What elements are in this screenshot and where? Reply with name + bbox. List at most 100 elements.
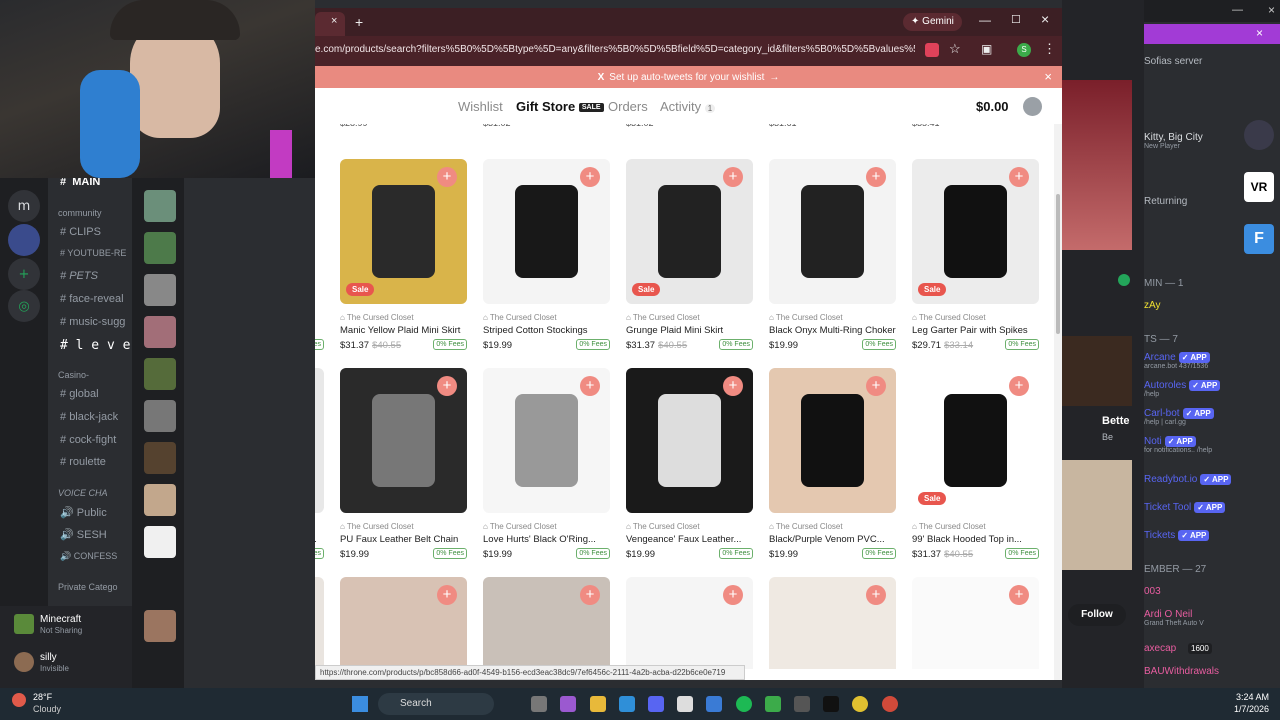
member-entry[interactable]: MIN — 1: [1144, 278, 1183, 289]
gemini-button[interactable]: ✦ Gemini: [903, 13, 962, 31]
seller-name[interactable]: ⌂ The Cursed Closet: [483, 313, 610, 322]
product-card[interactable]: + Sale ⌂ The Cursed Closet Spike Choker …: [315, 159, 324, 352]
member-entry[interactable]: Returning: [1144, 196, 1187, 207]
product-name[interactable]: Vengeance' Faux Leather...: [626, 534, 753, 545]
add-to-wishlist-button[interactable]: +: [723, 585, 743, 605]
product-name[interactable]: Spike Choker Necklace -...: [315, 325, 324, 336]
member-entry[interactable]: Tickets ✓ APP: [1144, 530, 1210, 541]
add-to-wishlist-button[interactable]: +: [723, 376, 743, 396]
product-image[interactable]: +: [769, 368, 896, 513]
balance[interactable]: $0.00: [976, 99, 1009, 114]
product-name[interactable]: PU Faux Leather Belt Chain: [340, 534, 467, 545]
steam-icon[interactable]: [794, 696, 810, 712]
seller-name[interactable]: ⌂ The Cursed Closet: [626, 522, 753, 531]
add-to-wishlist-button[interactable]: +: [437, 376, 457, 396]
product-card[interactable]: + ⌂ The Cursed Closet Love Hurts' Black …: [483, 368, 610, 561]
member-entry[interactable]: Autoroles ✓ APP/help: [1144, 380, 1221, 398]
seller-name[interactable]: ⌂ The Cursed Closet: [483, 522, 610, 531]
product-card[interactable]: + ⌂ The Cursed Closet Black Onyx Multi-R…: [769, 159, 896, 352]
discord-icon[interactable]: [648, 696, 664, 712]
add-to-wishlist-button[interactable]: +: [1009, 167, 1029, 187]
product-card[interactable]: +: [315, 577, 324, 669]
profile-avatar[interactable]: S: [1017, 43, 1031, 57]
sidepanel-icon[interactable]: ▣: [981, 42, 992, 56]
add-to-wishlist-button[interactable]: +: [580, 167, 600, 187]
windows-start-icon[interactable]: [352, 696, 368, 712]
nav-gift-store[interactable]: Gift Store SALE: [516, 99, 604, 114]
member-entry[interactable]: EMBER — 27: [1144, 564, 1206, 575]
banner-close-icon[interactable]: ×: [1044, 69, 1052, 84]
product-card[interactable]: + Sale ⌂ The Cursed Closet Leg Garter Pa…: [912, 159, 1039, 352]
account-icon[interactable]: [1023, 97, 1042, 116]
explore-icon[interactable]: ◎: [8, 290, 40, 322]
seller-name[interactable]: ⌂ The Cursed Closet: [912, 313, 1039, 322]
product-card[interactable]: + ⌂ The Cursed Closet Striped Cotton Sto…: [483, 159, 610, 352]
product-name[interactable]: Striped Cotton Stockings: [483, 325, 610, 336]
extension-icon[interactable]: [925, 43, 939, 57]
member-entry[interactable]: TS — 7: [1144, 334, 1178, 345]
product-card[interactable]: +: [483, 577, 610, 669]
product-image[interactable]: +: [626, 577, 753, 669]
close-icon[interactable]: ×: [1268, 3, 1275, 17]
member-entry[interactable]: Readybot.io ✓ APP: [1144, 474, 1232, 485]
channel-youtube[interactable]: # YOUTUBE-RE: [60, 248, 126, 258]
scroll-thumb[interactable]: [1056, 194, 1060, 334]
channel-blackjack[interactable]: # black-jack: [60, 411, 118, 423]
star-icon[interactable]: ☆: [949, 41, 961, 57]
member-entry[interactable]: Kitty, Big City New Player: [1144, 132, 1203, 150]
product-image[interactable]: +: [483, 368, 610, 513]
clock-time[interactable]: 3:24 AM: [1205, 692, 1269, 702]
category-casino[interactable]: Casino-: [58, 370, 89, 380]
close-notice-icon[interactable]: ×: [1256, 26, 1263, 40]
category-community[interactable]: community: [58, 208, 102, 218]
nav-activity[interactable]: Activity 1: [660, 99, 716, 114]
channel-music[interactable]: # music-sugg: [60, 316, 125, 328]
product-card[interactable]: + Sale ⌂ The Cursed Closet Grunge Plaid …: [315, 368, 324, 561]
new-tab-button[interactable]: +: [355, 14, 363, 30]
product-image[interactable]: +: [340, 577, 467, 669]
product-image[interactable]: + Sale: [340, 159, 467, 304]
channel-cockfight[interactable]: # cock-fight: [60, 434, 116, 446]
server-thumb[interactable]: [144, 316, 176, 348]
product-image[interactable]: +: [483, 159, 610, 304]
tab-close-icon[interactable]: ×: [331, 15, 337, 27]
product-image[interactable]: +: [769, 577, 896, 669]
weather-icon[interactable]: [12, 693, 26, 707]
product-image[interactable]: +: [483, 577, 610, 669]
nav-orders[interactable]: Orders: [608, 99, 648, 114]
voice-public[interactable]: 🔊 Public: [60, 506, 107, 519]
add-to-wishlist-button[interactable]: +: [580, 376, 600, 396]
product-card[interactable]: + Sale ⌂ The Cursed Closet Manic Yellow …: [340, 159, 467, 352]
member-entry[interactable]: axecap: [1144, 643, 1176, 654]
product-card[interactable]: +: [912, 577, 1039, 669]
channel-level[interactable]: # l e v e l: [60, 338, 132, 353]
product-name[interactable]: Black/Purple Venom PVC...: [769, 534, 896, 545]
product-card[interactable]: + Sale ⌂ The Cursed Closet Grunge Plaid …: [626, 159, 753, 352]
tiktok-icon[interactable]: [823, 696, 839, 712]
minimize-icon[interactable]: —: [979, 13, 991, 27]
product-card[interactable]: + ⌂ The Cursed Closet Vengeance' Faux Le…: [626, 368, 753, 561]
follow-button[interactable]: Follow: [1068, 604, 1126, 626]
add-to-wishlist-button[interactable]: +: [1009, 376, 1029, 396]
scrollbar[interactable]: [1054, 124, 1062, 680]
product-name[interactable]: Love Hurts' Black O'Ring...: [483, 534, 610, 545]
product-card[interactable]: + Sale ⌂ The Cursed Closet 99' Black Hoo…: [912, 368, 1039, 561]
channel-face-reveal[interactable]: # face-reveal: [60, 293, 124, 305]
member-entry[interactable]: zAy: [1144, 300, 1161, 311]
member-avatar[interactable]: [1244, 120, 1274, 150]
add-to-wishlist-button[interactable]: +: [437, 585, 457, 605]
add-server-icon[interactable]: +: [8, 258, 40, 290]
channel-global[interactable]: # global: [60, 388, 99, 400]
active-tab[interactable]: ×: [315, 12, 345, 36]
add-to-wishlist-button[interactable]: +: [866, 376, 886, 396]
close-icon[interactable]: ×: [1041, 11, 1049, 27]
product-image[interactable]: + Sale: [626, 159, 753, 304]
file-explorer-icon[interactable]: [590, 696, 606, 712]
channel-pets[interactable]: # PETS: [60, 270, 98, 282]
product-image[interactable]: +: [626, 368, 753, 513]
server-icon[interactable]: [8, 224, 40, 256]
outlook-icon[interactable]: [706, 696, 722, 712]
copilot-icon[interactable]: [560, 696, 576, 712]
product-image[interactable]: +: [769, 159, 896, 304]
url-field[interactable]: e.com/products/search?filters%5B0%5D%5Bt…: [315, 44, 915, 55]
